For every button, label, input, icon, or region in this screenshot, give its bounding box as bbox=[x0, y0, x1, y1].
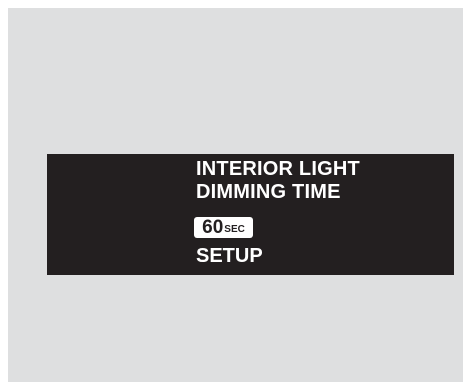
dimming-time-value[interactable]: 60 SEC bbox=[194, 217, 253, 238]
setting-title-line-1: INTERIOR LIGHT bbox=[196, 158, 360, 180]
setting-title-line-2: DIMMING TIME bbox=[196, 181, 341, 203]
lcd-display: INTERIOR LIGHT DIMMING TIME 60 SEC SETUP bbox=[47, 154, 454, 275]
background-panel: INTERIOR LIGHT DIMMING TIME 60 SEC SETUP bbox=[8, 8, 463, 382]
value-number: 60 bbox=[202, 217, 224, 238]
value-unit: SEC bbox=[224, 224, 245, 235]
setup-label[interactable]: SETUP bbox=[196, 246, 263, 266]
